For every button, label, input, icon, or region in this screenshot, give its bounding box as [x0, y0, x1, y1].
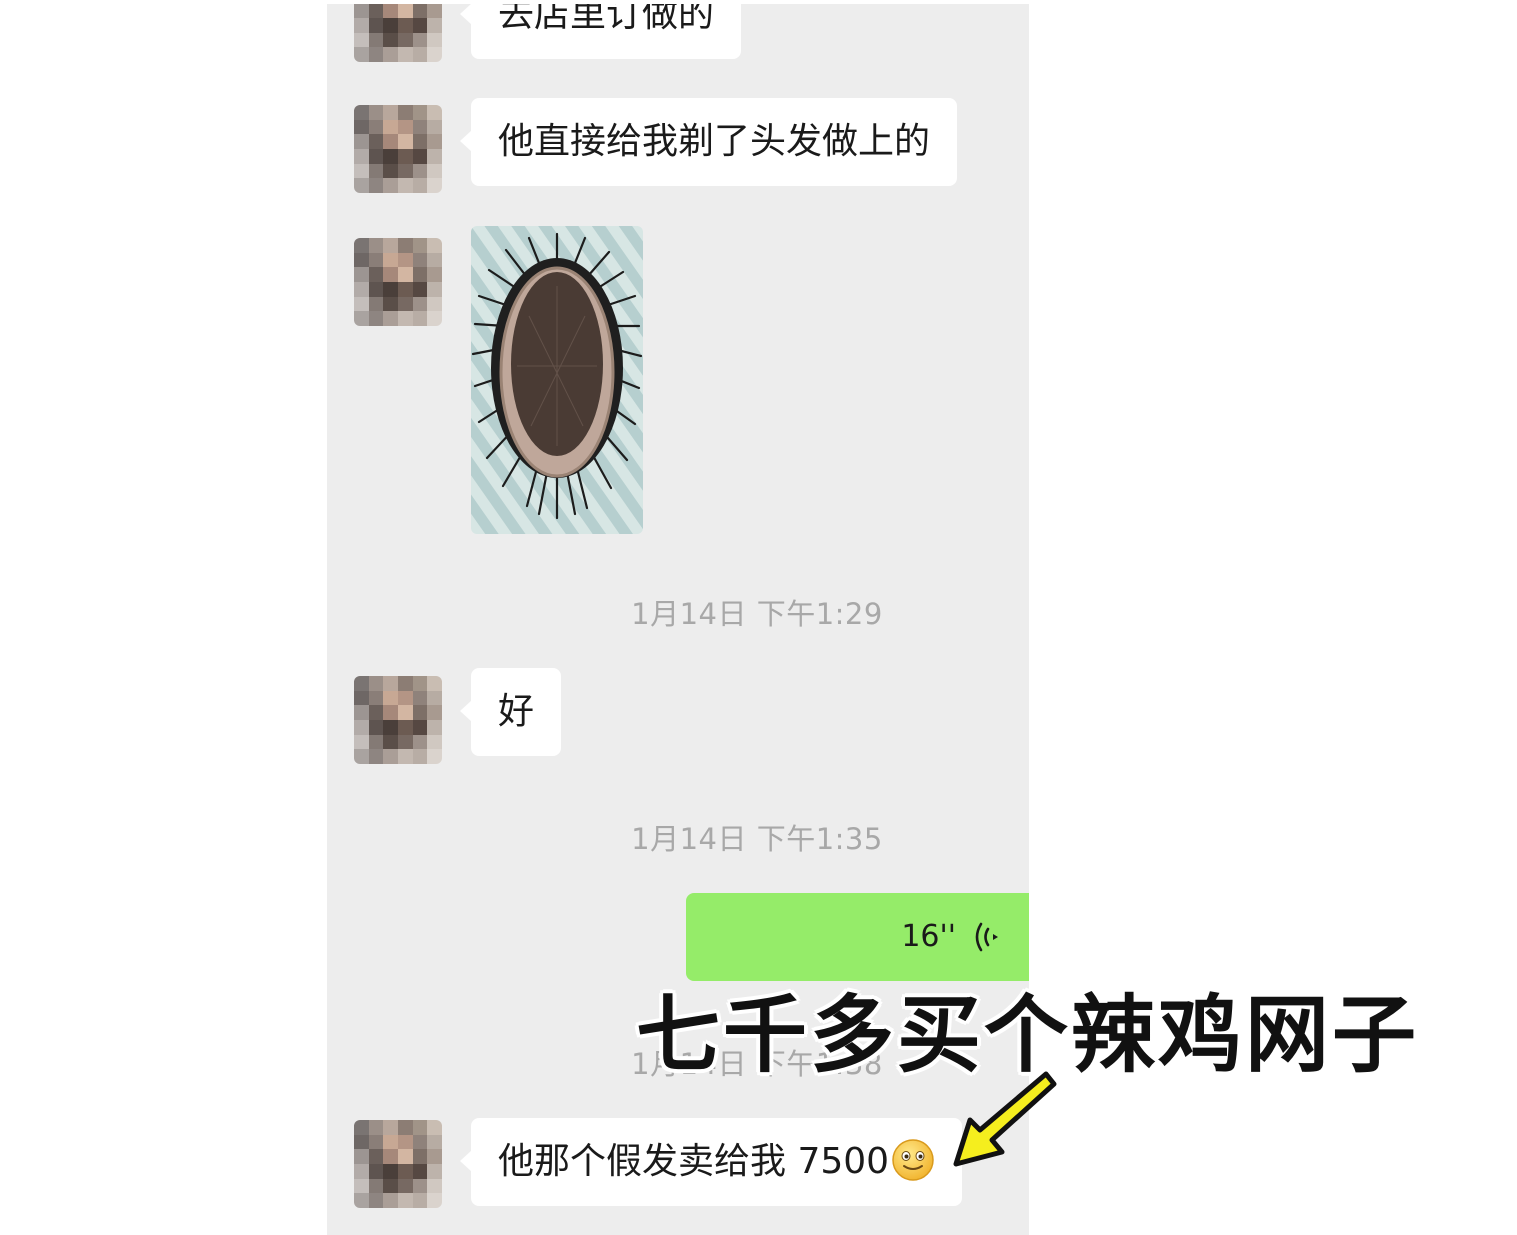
- message-bubble[interactable]: 他那个假发卖给我 7500: [459, 1118, 963, 1206]
- message-text: 好: [498, 691, 535, 732]
- photo-message[interactable]: [471, 226, 643, 534]
- smile-emoji-icon: [892, 1139, 934, 1181]
- message-bubble[interactable]: 好: [459, 668, 562, 756]
- contact-avatar[interactable]: [354, 1120, 442, 1208]
- timestamp: 1月14日 下午1:35: [631, 822, 883, 856]
- timestamp: 1月14日 下午1:29: [631, 597, 883, 631]
- message-bubble[interactable]: 他直接给我剃了头发做上的: [459, 98, 958, 186]
- arrow-icon: [953, 1071, 1057, 1167]
- message-text: 他那个假发卖给我 7500: [498, 1141, 890, 1182]
- message-text: 他直接给我剃了头发做上的: [498, 121, 931, 162]
- contact-avatar[interactable]: [354, 105, 442, 193]
- contact-avatar[interactable]: [354, 238, 442, 326]
- contact-avatar[interactable]: [354, 4, 442, 62]
- contact-avatar[interactable]: [354, 676, 442, 764]
- voice-wave-icon: [975, 922, 998, 952]
- message-bubble[interactable]: 去店里订做的: [459, 4, 742, 59]
- message-text: 去店里订做的: [498, 4, 715, 35]
- wig-photo: [471, 226, 643, 534]
